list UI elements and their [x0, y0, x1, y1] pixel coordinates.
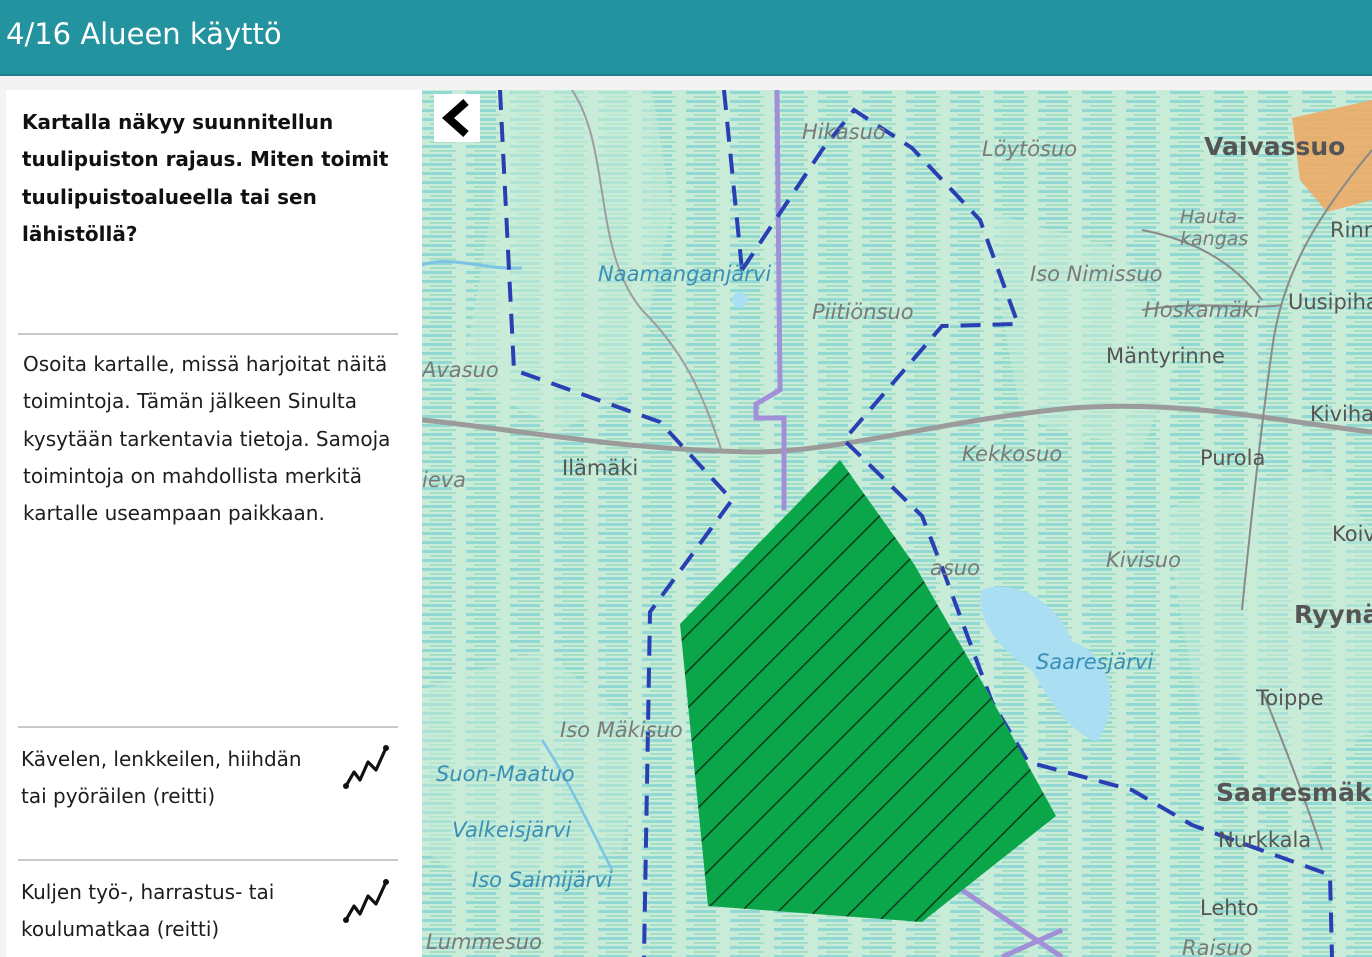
- side-panel: Kartalla näkyy suunnitellun tuulipuiston…: [0, 90, 422, 957]
- divider: [18, 333, 398, 335]
- map-label: Suon-Maatuo: [436, 762, 575, 786]
- map-label: Ilämäki: [562, 456, 639, 480]
- lake-naamanganjarvi: [732, 292, 748, 308]
- activity-option-commute[interactable]: Kuljen työ-, harrastus- tai koulumatkaa …: [18, 862, 398, 957]
- activity-option-label: Kävelen, lenkkeilen, hiihdän tai pyöräil…: [21, 747, 302, 809]
- route-icon[interactable]: [340, 874, 392, 924]
- divider: [18, 726, 398, 728]
- map-label: Hoskamäki: [1144, 298, 1260, 322]
- map-view[interactable]: Vaivassuo Löytösuo Hikasuo Hauta- kangas…: [422, 90, 1372, 957]
- map-label: Hauta- kangas: [1180, 206, 1249, 250]
- map-label: Uusipiha: [1288, 290, 1372, 314]
- map-label: Vaivassuo: [1204, 132, 1346, 161]
- map-label: ieva: [422, 468, 467, 492]
- map-label: Lehto: [1200, 896, 1259, 920]
- map-label: Toippe: [1256, 686, 1324, 710]
- map-label: Ryynä: [1294, 600, 1372, 629]
- map-label: Naamanganjärvi: [598, 262, 772, 286]
- map-label: Koivu: [1332, 522, 1372, 546]
- map-label: Iso Nimissuo: [1030, 262, 1163, 286]
- page-title: 4/16 Alueen käyttö: [6, 17, 282, 51]
- map-label: Kekkosuo: [962, 442, 1063, 466]
- route-icon[interactable]: [340, 740, 392, 790]
- map-label: Avasuo: [422, 358, 499, 382]
- collapse-panel-button[interactable]: [434, 94, 480, 142]
- map-label: Rinn: [1330, 218, 1372, 242]
- map-label: Iso Mäkisuo: [560, 718, 683, 742]
- map-label: Valkeisjärvi: [452, 818, 572, 842]
- instruction-text: Osoita kartalle, missä harjoitat näitä t…: [23, 352, 391, 526]
- map-label: Mäntyrinne: [1106, 344, 1225, 368]
- panel-edge: [0, 90, 6, 957]
- page-header: 4/16 Alueen käyttö: [0, 0, 1372, 76]
- map-label: Iso Saimijärvi: [472, 868, 613, 892]
- map-label: Purola: [1200, 446, 1266, 470]
- activity-option-label: Kuljen työ-, harrastus- tai koulumatkaa …: [21, 880, 275, 942]
- chevron-left-icon: [441, 99, 469, 137]
- divider: [18, 859, 398, 861]
- activity-option-walking[interactable]: Kävelen, lenkkeilen, hiihdän tai pyöräil…: [18, 729, 398, 859]
- map-label: Piitiönsuo: [812, 300, 914, 324]
- map-label: Kivisuo: [1106, 548, 1181, 572]
- header-spacer: [0, 76, 1372, 90]
- map-label: Lummesuo: [426, 930, 542, 954]
- question-text: Kartalla näkyy suunnitellun tuulipuiston…: [22, 110, 389, 247]
- map-label: asuo: [930, 556, 980, 580]
- map-label: Saaresmäki: [1216, 778, 1372, 807]
- map-label: Saaresjärvi: [1036, 650, 1154, 674]
- map-label: Hikasuo: [802, 120, 886, 144]
- map-label: Nurkkala: [1218, 828, 1312, 852]
- map-label: Raisuo: [1182, 936, 1253, 957]
- map-label: Kivihar: [1310, 402, 1372, 426]
- map-label: Löytösuo: [982, 137, 1078, 161]
